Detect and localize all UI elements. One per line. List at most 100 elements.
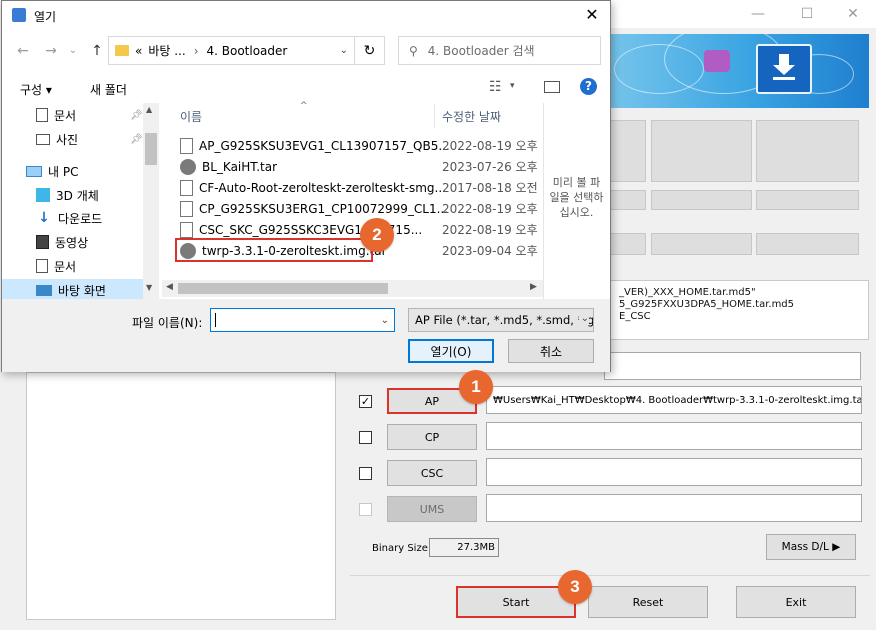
ap-checkbox[interactable]: ✓ xyxy=(359,395,372,408)
chevron-down-icon[interactable]: ⌄ xyxy=(62,41,84,61)
dialog-toolbar: 구성 ▾ 새 폴더 ☷ ▾ ? xyxy=(2,73,610,103)
chevron-down-icon[interactable]: ⌄ xyxy=(381,315,389,326)
breadcrumb-desktop[interactable]: 바탕 ... xyxy=(148,42,185,59)
file-icon xyxy=(180,221,193,238)
column-header-name[interactable]: 이름 xyxy=(180,104,202,128)
document-icon xyxy=(36,259,48,273)
log-box: _VER)_XXX_HOME.tar.md5" 5_G925FXXU3DPA5_… xyxy=(604,280,869,340)
port-cell xyxy=(651,233,752,255)
download-icon: ↓ xyxy=(38,210,50,226)
binary-size-label: Binary Size xyxy=(372,543,428,554)
csc-button[interactable]: CSC xyxy=(387,460,477,486)
nav-item-this-pc[interactable]: 내 PC xyxy=(26,160,78,182)
text-caret xyxy=(215,313,216,327)
file-icon xyxy=(180,200,193,217)
chevron-down-icon[interactable]: ⌄ xyxy=(340,45,348,56)
close-icon[interactable]: ✕ xyxy=(580,5,604,27)
highlight-box-twrp xyxy=(175,238,373,262)
file-date: 2023-09-04 오후 4 xyxy=(442,244,540,258)
nav-item-3d-objects[interactable]: 3D 개체 xyxy=(36,184,99,206)
step-marker-3: 3 xyxy=(558,570,592,604)
maximize-icon[interactable]: ☐ xyxy=(784,0,830,28)
nav-item-documents[interactable]: 문서 xyxy=(36,104,76,126)
port-cell xyxy=(651,120,752,182)
pc-icon xyxy=(26,165,42,177)
picture-icon xyxy=(36,133,50,145)
open-button[interactable]: 열기(O) xyxy=(408,339,494,363)
filetype-select[interactable]: AP File (*.tar, *.md5, *.smd, *.g ⌄ xyxy=(408,308,594,332)
minimize-icon[interactable]: — xyxy=(735,0,781,28)
breadcrumb-bootloader[interactable]: 4. Bootloader xyxy=(207,44,288,58)
search-input[interactable]: ⚲ 4. Bootloader 검색 xyxy=(398,36,601,65)
filename-label: 파일 이름(N): xyxy=(132,316,203,330)
sort-chevron-icon: ^ xyxy=(300,101,308,111)
document-icon xyxy=(36,108,48,122)
csc-path-field[interactable] xyxy=(486,458,862,486)
chevron-down-icon[interactable]: ⌄ xyxy=(578,313,589,324)
column-header-date[interactable]: 수정한 날짜 xyxy=(442,104,501,128)
pin-icon[interactable]: 📌︎ xyxy=(130,134,143,145)
back-arrow-icon[interactable]: ← xyxy=(12,41,34,61)
nav-item-documents-pc[interactable]: 문서 xyxy=(36,255,76,277)
port-cell xyxy=(756,190,859,210)
address-bar[interactable]: « 바탕 ... › 4. Bootloader ⌄ xyxy=(108,36,355,65)
help-icon[interactable]: ? xyxy=(580,78,597,95)
bl-path-field[interactable] xyxy=(604,352,861,380)
navigation-pane: 문서 📌︎ 사진 📌︎ 내 PC 3D 개체 ↓ 다운로드 동영상 문서 바탕 화… xyxy=(2,103,160,301)
organize-button[interactable]: 구성 ▾ xyxy=(20,81,52,98)
preview-pane: 미리 볼 파 일을 선택하 십시오. xyxy=(543,103,609,299)
reset-button[interactable]: Reset xyxy=(588,586,708,618)
tar-icon xyxy=(180,158,196,175)
close-icon[interactable]: ✕ xyxy=(830,0,876,28)
cp-button[interactable]: CP xyxy=(387,424,477,450)
file-icon xyxy=(180,137,193,154)
divider xyxy=(350,575,870,576)
nav-scrollbar[interactable]: ▲ ▼ xyxy=(143,103,159,299)
cube-3d-icon xyxy=(36,188,50,202)
odin-banner xyxy=(604,34,869,108)
download-banner-icon xyxy=(756,44,812,94)
view-options-icon[interactable]: ☷ xyxy=(489,79,502,95)
file-date: 2022-08-19 오후 2 xyxy=(442,223,540,237)
cp-path-field[interactable] xyxy=(486,422,862,450)
step-marker-1: 1 xyxy=(459,370,493,404)
column-separator[interactable] xyxy=(434,104,435,128)
cancel-button[interactable]: 취소 xyxy=(508,339,594,363)
port-cell xyxy=(756,233,859,255)
scrollbar-thumb[interactable] xyxy=(178,283,388,294)
cp-checkbox[interactable] xyxy=(359,431,372,444)
file-item[interactable]: BL_KaiHT.tar xyxy=(180,156,277,177)
dialog-titlebar xyxy=(2,1,610,31)
ap-path-field[interactable]: ₩Users₩Kai_HT₩Desktop₩4. Bootloader₩twrp… xyxy=(486,386,862,414)
breadcrumb-overflow[interactable]: « xyxy=(135,44,142,58)
exit-button[interactable]: Exit xyxy=(736,586,856,618)
file-date: 2017-08-18 오전 1 xyxy=(442,181,540,195)
file-icon xyxy=(180,179,193,196)
chevron-down-icon[interactable]: ▾ xyxy=(510,81,515,91)
option-panel xyxy=(26,372,336,620)
file-item[interactable]: CP_G925SKSU3ERG1_CP10072999_CL1... xyxy=(180,198,448,219)
new-folder-button[interactable]: 새 폴더 xyxy=(90,81,127,98)
file-item[interactable]: AP_G925SKSU3EVG1_CL13907157_QB5... xyxy=(180,135,450,156)
csc-checkbox[interactable] xyxy=(359,467,372,480)
file-date: 2022-08-19 오후 2 xyxy=(442,139,540,153)
file-date: 2023-07-26 오후 2 xyxy=(442,160,540,174)
ums-checkbox xyxy=(359,503,372,516)
nav-item-downloads[interactable]: ↓ 다운로드 xyxy=(36,207,102,229)
port-cell xyxy=(651,190,752,210)
mass-dl-button[interactable]: Mass D/L ▶ xyxy=(766,534,856,560)
nav-item-videos[interactable]: 동영상 xyxy=(36,231,88,253)
refresh-icon[interactable]: ↻ xyxy=(355,36,385,65)
up-arrow-icon[interactable]: ↑ xyxy=(86,41,108,61)
pin-icon[interactable]: 📌︎ xyxy=(130,110,143,121)
nav-item-pictures[interactable]: 사진 xyxy=(36,128,78,150)
filename-input[interactable]: ⌄ xyxy=(210,308,395,332)
log-line: E_CSC xyxy=(619,311,651,322)
dialog-title: 열기 xyxy=(34,10,57,24)
ums-path-field xyxy=(486,494,862,522)
file-item[interactable]: CF-Auto-Root-zerolteskt-zerolteskt-smg..… xyxy=(180,177,446,198)
log-line: _VER)_XXX_HOME.tar.md5" xyxy=(619,287,756,298)
forward-arrow-icon[interactable]: → xyxy=(40,41,62,61)
nav-item-desktop[interactable]: 바탕 화면 xyxy=(36,279,106,301)
preview-pane-icon[interactable] xyxy=(544,81,560,93)
